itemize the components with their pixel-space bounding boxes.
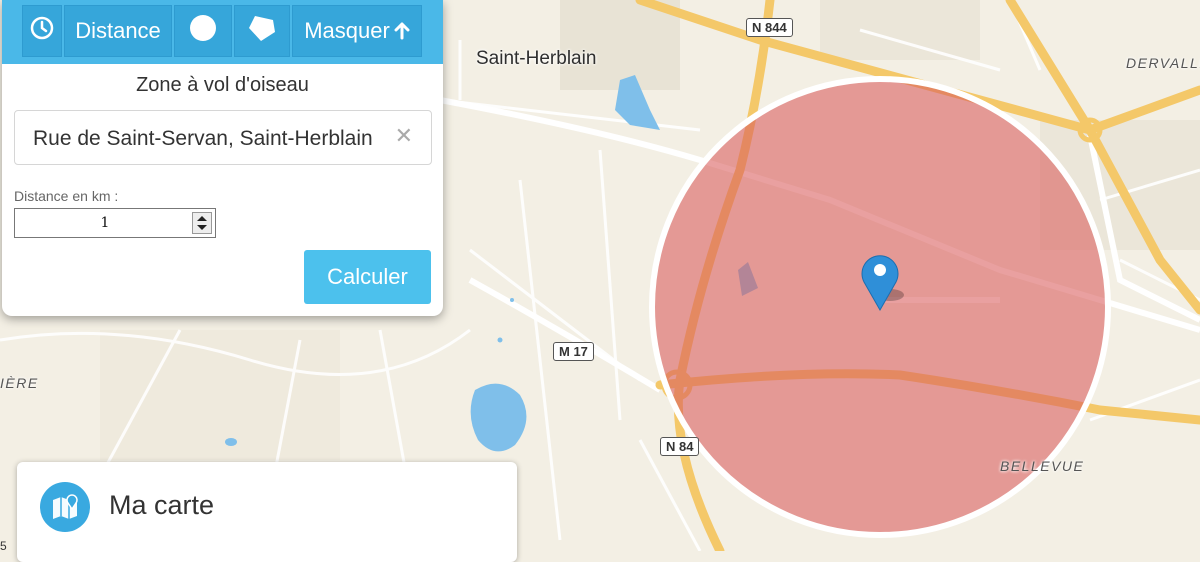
panel-title: Zone à vol d'oiseau [136, 74, 309, 96]
hide-button[interactable]: Masquer [292, 5, 422, 57]
map-marker-icon [40, 482, 90, 532]
card-title: Ma carte [109, 490, 215, 520]
district-label-ne: DERVALLI [1126, 55, 1200, 71]
distance-input-value[interactable]: 1 [15, 215, 195, 231]
circle-icon [188, 13, 218, 49]
clear-icon[interactable]: ✕ [395, 123, 413, 149]
road-shield-m17: M 17 [553, 342, 594, 361]
zone-panel: Distance Masquer Zone à vol d'oiseau Rue… [2, 0, 443, 316]
toolbar: Distance Masquer [2, 0, 443, 64]
polygon-icon [247, 14, 277, 48]
district-label-w: IÈRE [0, 375, 39, 391]
hide-button-label: Masquer [304, 18, 390, 43]
circle-zone-button[interactable] [174, 5, 232, 57]
city-label: Saint-Herblain [476, 48, 597, 69]
stepper-arrows-icon[interactable] [193, 213, 211, 233]
my-map-card[interactable]: Ma carte [17, 462, 517, 562]
distance-button-label: Distance [75, 18, 161, 43]
address-input[interactable]: Rue de Saint-Servan, Saint-Herblain ✕ [14, 110, 432, 165]
road-shield-n84: N 84 [660, 437, 700, 456]
district-label-se: BELLEVUE [1000, 458, 1085, 474]
distance-label: Distance en km : [14, 188, 119, 204]
time-button[interactable] [22, 5, 62, 57]
arrow-up-icon [394, 22, 410, 40]
polygon-zone-button[interactable] [234, 5, 290, 57]
address-input-value[interactable]: Rue de Saint-Servan, Saint-Herblain [33, 127, 397, 151]
distance-stepper[interactable] [192, 212, 212, 234]
clock-icon [29, 15, 55, 47]
distance-button[interactable]: Distance [64, 5, 172, 57]
distance-input[interactable]: 1 [14, 208, 216, 238]
calculate-button[interactable]: Calculer [304, 250, 431, 304]
road-shield-n844: N 844 [746, 18, 793, 37]
